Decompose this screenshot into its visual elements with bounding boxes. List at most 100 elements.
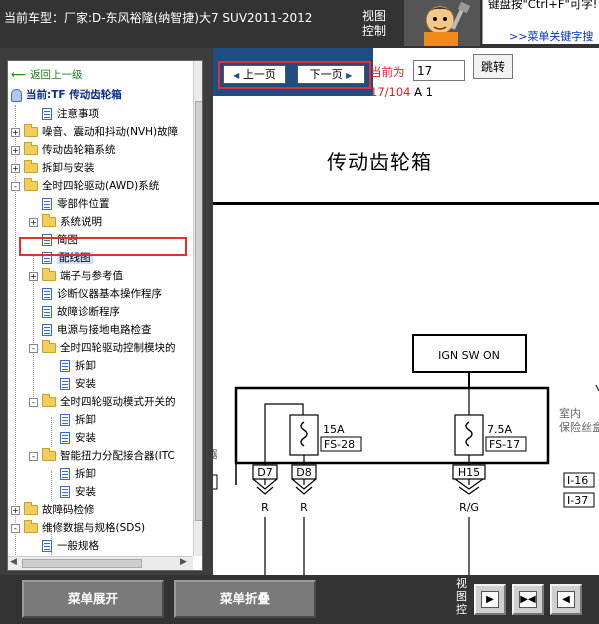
tree-item[interactable]: + 故障码检修 <box>11 501 95 519</box>
connector-d7: D7 <box>252 464 278 495</box>
folder-icon <box>24 142 38 155</box>
fuse2-amp-label: 7.5A <box>487 423 512 436</box>
tree-item[interactable]: 诊断仪器基本操作程序 <box>29 285 162 303</box>
menu-tree: ⟵ 返回上一级 当前:TF 传动齿轮箱 注意事项 + 噪音、震动和抖动(NVH)故障 +… <box>7 60 203 571</box>
back-link[interactable]: ⟵ 返回上一级 <box>11 67 83 82</box>
document-icon <box>42 234 52 246</box>
tree-item[interactable]: 安装 <box>47 375 96 393</box>
current-page-label: 当前为 <box>370 65 405 79</box>
tree-item[interactable]: + 传动齿轮箱系统 <box>11 141 116 159</box>
collapse-menu-button[interactable]: 菜单折叠 <box>174 580 316 618</box>
document-icon <box>60 414 70 426</box>
tree-item[interactable]: 简图 <box>29 231 78 249</box>
document-icon <box>42 306 52 318</box>
document-icon <box>60 432 70 444</box>
collapse-icon[interactable]: - <box>29 343 38 353</box>
tree-vertical-scrollbar[interactable] <box>193 61 202 556</box>
fuse1-name-label: FS-28 <box>324 438 355 451</box>
page-nav-bar: ◀ 上一页 下一页 ▶ <box>213 48 373 96</box>
collapse-icon[interactable]: - <box>11 181 20 191</box>
search-tip-text: 键盘按"Ctrl+F"可字! <box>488 0 598 11</box>
jump-button[interactable]: 跳转 <box>473 54 513 79</box>
expand-icon[interactable]: + <box>11 505 20 515</box>
menu-keyword-search-link[interactable]: >>菜单关键字搜 <box>509 28 593 44</box>
tree-item-label: 拆卸 <box>75 414 96 426</box>
prev-page-button[interactable]: ◀ 上一页 <box>223 65 286 84</box>
document-icon <box>42 252 52 264</box>
tree-item-label: 拆卸 <box>75 468 96 480</box>
document-icon <box>42 108 52 120</box>
document-icon <box>60 486 70 498</box>
tree-item[interactable]: + 端子与参考值 <box>29 267 123 285</box>
document-icon <box>60 378 70 390</box>
tree-item-label: 零部件位置 <box>57 198 110 210</box>
tree-item[interactable]: 注意事项 <box>29 105 99 123</box>
document-icon <box>42 198 52 210</box>
tree-item[interactable]: - 维修数据与规格(SDS) <box>11 519 145 537</box>
scroll-left-icon[interactable]: ◀ <box>10 557 17 567</box>
left-fragment-text: 器 <box>213 448 218 461</box>
tree-item-label: 一般规格 <box>57 540 99 552</box>
tree-item[interactable]: 零部件位置 <box>29 195 110 213</box>
page-count: 17/104 A 1 <box>370 85 433 99</box>
tree-vscroll-thumb[interactable] <box>195 101 202 521</box>
tree-item-label: 电源与接地电路检查 <box>57 324 152 336</box>
collapse-icon[interactable]: - <box>29 451 38 461</box>
current-node-label: 当前:TF 传动齿轮箱 <box>11 87 122 102</box>
svg-text:I-37: I-37 <box>567 494 588 507</box>
tree-item[interactable]: - 全时四轮驱动控制模块的 <box>29 339 176 357</box>
tree-item[interactable]: + 噪音、震动和抖动(NVH)故障 <box>11 123 178 141</box>
page-number-input[interactable] <box>413 60 465 81</box>
view-expand-right-button[interactable]: ▶ <box>474 584 506 615</box>
expand-icon[interactable]: + <box>11 145 20 155</box>
tree-item[interactable]: 故障诊断程序 <box>29 303 120 321</box>
view-control-label[interactable]: 视图控制 <box>362 9 388 39</box>
tree-item[interactable]: + 系统说明 <box>29 213 102 231</box>
tree-item[interactable]: 一般规格 <box>29 537 99 555</box>
tree-item-label: 配线图 <box>57 252 93 264</box>
document-icon <box>60 468 70 480</box>
tree-horizontal-scrollbar[interactable]: ◀ ▶ <box>8 556 193 570</box>
view-expand-left-button[interactable]: ◀ <box>550 584 582 615</box>
tree-item[interactable]: - 智能扭力分配接合器(ITC <box>29 447 175 465</box>
next-page-button[interactable]: 下一页 ▶ <box>297 65 365 84</box>
side-note-1: 室内 <box>559 406 581 420</box>
next-arrow-icon: ▶ <box>346 71 353 80</box>
folder-icon <box>24 124 38 137</box>
fuse2-name-label: FS-17 <box>489 438 520 451</box>
scroll-right-icon[interactable]: ▶ <box>180 557 187 567</box>
collapse-icon[interactable]: - <box>11 523 20 533</box>
document-icon <box>42 324 52 336</box>
expand-icon[interactable]: + <box>11 127 20 137</box>
tree-item[interactable]: 拆卸 <box>47 411 96 429</box>
expand-icon[interactable]: + <box>29 271 38 281</box>
tree-item-label: 全时四轮驱动控制模块的 <box>60 342 176 354</box>
folder-icon <box>42 340 56 353</box>
svg-text:H15: H15 <box>458 466 480 479</box>
tree-item-label: 端子与参考值 <box>60 270 123 282</box>
tree-item-label: 智能扭力分配接合器(ITC <box>60 450 175 462</box>
tree-item-label: 传动齿轮箱系统 <box>42 144 116 156</box>
connector-d8: D8 <box>291 464 317 495</box>
tree-hscroll-thumb[interactable] <box>22 559 142 568</box>
tree-item[interactable]: + 拆卸与安装 <box>11 159 95 177</box>
collapse-icon[interactable]: - <box>29 397 38 407</box>
tree-item[interactable]: 拆卸 <box>47 465 96 483</box>
back-arrow-icon: ⟵ <box>11 69 27 81</box>
tree-item[interactable]: - 全时四轮驱动模式开关的 <box>29 393 176 411</box>
tree-item[interactable]: - 全时四轮驱动(AWD)系统 <box>11 177 159 195</box>
tree-item-label: 简图 <box>57 234 78 246</box>
expand-icon[interactable]: + <box>11 163 20 173</box>
tree-item-label: 安装 <box>75 432 96 444</box>
expand-icon[interactable]: + <box>29 217 38 227</box>
tree-item[interactable]: 安装 <box>47 429 96 447</box>
tree-item[interactable]: 安装 <box>47 483 96 501</box>
tree-item[interactable]: 电源与接地电路检查 <box>29 321 152 339</box>
tree-item[interactable]: 拆卸 <box>47 357 96 375</box>
view-split-button[interactable]: ▶◀ <box>512 584 544 615</box>
wiring-diagram: IGN SW ON 15A FS-28 7.5A FS-17 D7 D8 H15… <box>213 334 599 575</box>
expand-menu-button[interactable]: 菜单展开 <box>22 580 164 618</box>
tree-item-label: 安装 <box>75 486 96 498</box>
tree-item-label: 注意事项 <box>57 108 99 120</box>
tree-item[interactable]: 配线图 <box>29 249 93 267</box>
